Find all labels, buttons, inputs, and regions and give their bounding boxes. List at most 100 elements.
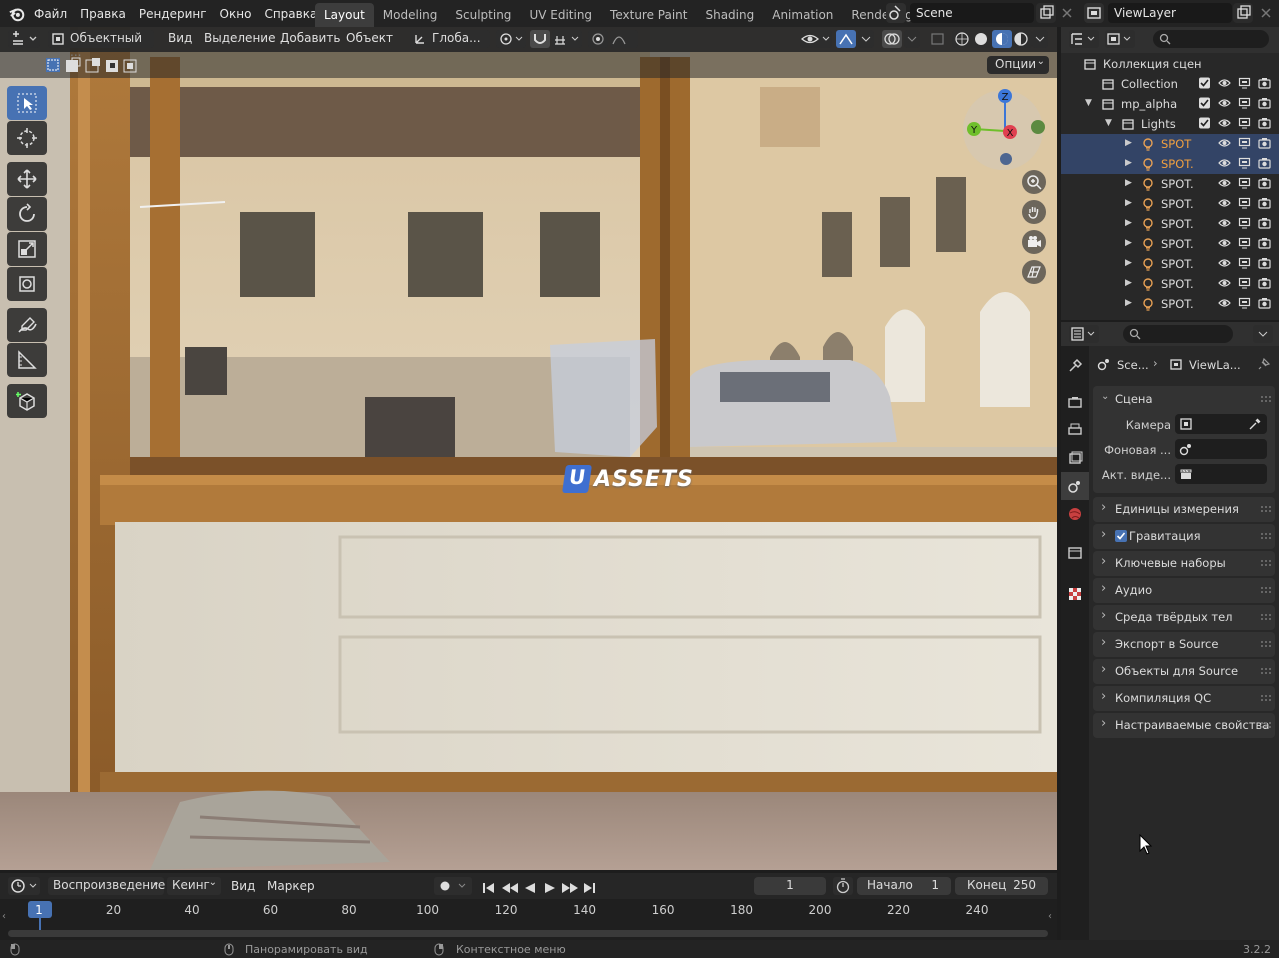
properties-panel[interactable]: › Объекты для Source — [1093, 659, 1275, 684]
end-frame-field[interactable]: Конец 250 — [955, 877, 1048, 895]
exclude-checkbox-icon[interactable] — [1198, 117, 1211, 129]
eye-icon[interactable] — [1218, 117, 1231, 129]
render-camera-icon[interactable] — [1258, 117, 1271, 129]
outliner-search-input[interactable] — [1153, 30, 1269, 48]
tab-tool[interactable] — [1061, 352, 1089, 380]
panel-grip-icon[interactable] — [1261, 695, 1271, 701]
eye-icon[interactable] — [1218, 77, 1231, 89]
outliner-light-row[interactable]: ▶ SPOT. — [1061, 254, 1279, 274]
disclosure-collapsed-icon[interactable]: ▶ — [1125, 218, 1132, 228]
render-camera-icon[interactable] — [1258, 297, 1271, 309]
view-layer-icon[interactable] — [1084, 3, 1104, 23]
blender-logo-icon[interactable] — [8, 5, 26, 23]
zoom-view-button[interactable] — [1022, 170, 1046, 194]
eye-icon[interactable] — [1218, 297, 1231, 309]
camera-view-button[interactable] — [1022, 230, 1046, 254]
eye-icon[interactable] — [1218, 197, 1231, 209]
properties-editor-type[interactable] — [1069, 325, 1099, 343]
outliner-light-row[interactable]: ▶ SPOT — [1061, 134, 1279, 154]
timeline-scrollbar[interactable] — [8, 930, 1048, 937]
tab-texture[interactable] — [1061, 580, 1089, 608]
menu-file[interactable]: Файл — [34, 7, 67, 21]
tab-animation[interactable]: Animation — [763, 3, 842, 27]
transform-orientation-dropdown[interactable]: Глоба... — [410, 30, 490, 48]
disclosure-collapsed-icon[interactable]: ▶ — [1125, 158, 1132, 168]
select-intersect-icon[interactable] — [123, 59, 137, 73]
disclosure-expanded-icon[interactable]: ▼ — [1105, 118, 1112, 128]
panel-grip-icon[interactable] — [1261, 506, 1271, 512]
tab-world[interactable] — [1061, 500, 1089, 528]
scroll-left-icon[interactable]: ‹ — [2, 911, 6, 922]
exclude-checkbox-icon[interactable] — [1198, 77, 1211, 89]
properties-panel[interactable]: › Ключевые наборы — [1093, 551, 1275, 576]
tab-view-layer[interactable] — [1061, 444, 1089, 472]
render-camera-icon[interactable] — [1258, 237, 1271, 249]
menu-object[interactable]: Объект — [346, 31, 393, 45]
tab-layout[interactable]: Layout — [315, 3, 374, 27]
falloff-dropdown[interactable] — [610, 30, 638, 48]
timeline-ruler[interactable]: 1 20 40 60 80 100 120 140 160 180 200 220 240 — [0, 900, 1057, 937]
menu-edit[interactable]: Правка — [80, 7, 126, 21]
menu-select[interactable]: Выделение — [204, 31, 275, 45]
disclosure-collapsed-icon[interactable]: ▶ — [1125, 198, 1132, 208]
panel-grip-icon[interactable] — [1261, 560, 1271, 566]
monitor-icon[interactable] — [1238, 137, 1251, 149]
outliner-collection-row[interactable]: ▼ mp_alpha — [1061, 94, 1279, 114]
close-view-layer-icon[interactable] — [1256, 3, 1276, 23]
outliner-root[interactable]: Коллекция сцен — [1061, 54, 1279, 74]
outliner-light-row[interactable]: ▶ SPOT. — [1061, 174, 1279, 194]
move-tool[interactable] — [7, 162, 47, 196]
eye-icon[interactable] — [1218, 97, 1231, 109]
render-camera-icon[interactable] — [1258, 217, 1271, 229]
measure-tool[interactable] — [7, 343, 47, 377]
scroll-right-icon[interactable]: ‹ — [1048, 911, 1052, 922]
tab-sculpting[interactable]: Sculpting — [446, 3, 520, 27]
prev-keyframe-icon[interactable] — [502, 883, 518, 893]
annotate-tool[interactable] — [7, 308, 47, 342]
render-camera-icon[interactable] — [1258, 137, 1271, 149]
camera-field[interactable] — [1175, 414, 1267, 434]
next-keyframe-icon[interactable] — [562, 883, 578, 893]
render-camera-icon[interactable] — [1258, 257, 1271, 269]
eye-icon[interactable] — [1218, 257, 1231, 269]
view-layer-field[interactable]: ViewLayer — [1108, 3, 1232, 23]
select-difference-icon[interactable] — [106, 60, 118, 72]
tab-output[interactable] — [1061, 416, 1089, 444]
tab-render[interactable] — [1061, 388, 1089, 416]
properties-options-dropdown[interactable] — [1253, 325, 1273, 343]
scene-panel-header[interactable]: ⌄ Сцена — [1093, 386, 1275, 412]
visibility-dropdown[interactable] — [800, 30, 832, 48]
monitor-icon[interactable] — [1238, 277, 1251, 289]
disclosure-collapsed-icon[interactable]: ▶ — [1125, 298, 1132, 308]
rendered-shading-icon[interactable] — [1014, 32, 1028, 46]
start-frame-field[interactable]: Начало 1 — [857, 877, 951, 895]
disclosure-collapsed-icon[interactable]: ▶ — [1125, 238, 1132, 248]
monitor-icon[interactable] — [1238, 257, 1251, 269]
active-clip-field[interactable] — [1175, 464, 1267, 484]
disclosure-collapsed-icon[interactable]: ▶ — [1125, 258, 1132, 268]
panel-grip-icon[interactable] — [1261, 668, 1271, 674]
tab-scene[interactable] — [1061, 472, 1089, 500]
shading-dropdown[interactable] — [1032, 30, 1048, 48]
rotate-tool[interactable] — [7, 197, 47, 231]
mode-dropdown[interactable]: Объектный ... — [48, 30, 154, 59]
navigation-gizmo[interactable]: Z Y X — [960, 87, 1046, 173]
snap-target-dropdown[interactable] — [552, 30, 582, 48]
ortho-toggle-button[interactable] — [1022, 260, 1046, 284]
outliner-light-row[interactable]: ▶ SPOT. — [1061, 154, 1279, 174]
cursor-tool[interactable] — [7, 121, 47, 155]
select-box-tool[interactable] — [7, 86, 47, 120]
playback-menu[interactable]: Воспроизведение ⌄ — [48, 877, 165, 895]
options-dropdown[interactable]: Опции ⌄ — [987, 56, 1049, 74]
close-scene-icon[interactable] — [1057, 3, 1077, 23]
tab-uv-editing[interactable]: UV Editing — [520, 3, 601, 27]
pan-view-button[interactable] — [1022, 200, 1046, 224]
transform-tool[interactable] — [7, 267, 47, 301]
material-shading-icon[interactable] — [996, 33, 1008, 45]
monitor-icon[interactable] — [1238, 77, 1251, 89]
keying-menu[interactable]: Кеинг ⌄ — [167, 877, 221, 895]
current-frame-field[interactable]: 1 — [754, 877, 826, 895]
pivot-dropdown[interactable] — [496, 30, 526, 48]
new-scene-icon[interactable] — [1036, 3, 1056, 23]
properties-panel[interactable]: › Гравитация — [1093, 524, 1275, 549]
